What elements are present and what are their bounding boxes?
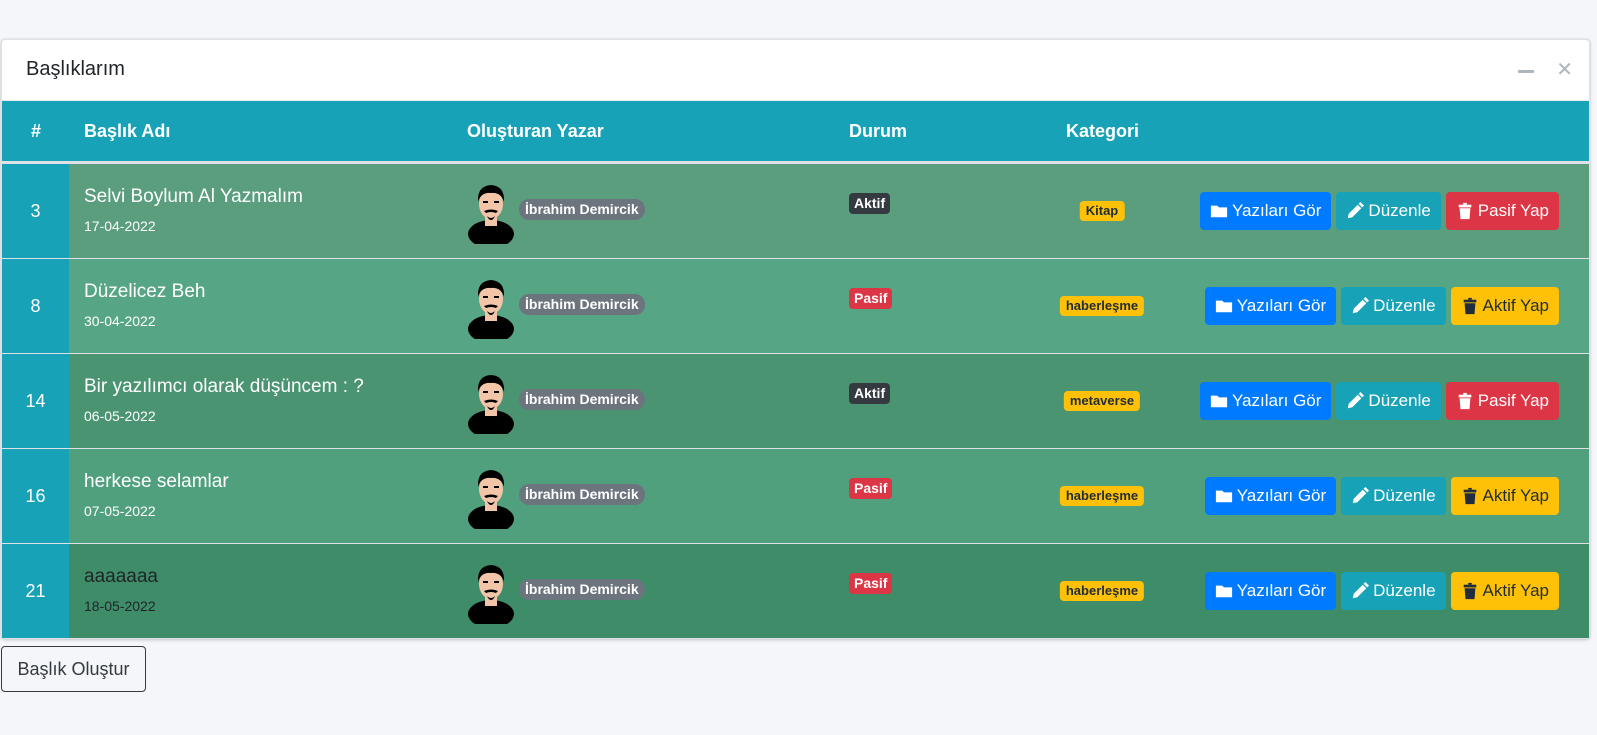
status-badge: Pasif [849, 478, 893, 499]
close-icon[interactable]: ✕ [1556, 60, 1573, 80]
row-actions: Yazıları Gör Düzenle Aktif Yap [1204, 287, 1559, 325]
column-header-category: Kategori [1066, 121, 1140, 141]
status-badge: Aktif [849, 383, 891, 404]
table-body: 3 Selvi Boylum Al Yazmalım 17-04-2022 İb… [2, 163, 1589, 638]
row-actions: Yazıları Gör Düzenle Pasif Yap [1199, 192, 1559, 230]
row-number: 21 [2, 544, 69, 638]
table-row: 3 Selvi Boylum Al Yazmalım 17-04-2022 İb… [2, 163, 1589, 258]
card-title: Başlıklarım [26, 58, 125, 80]
folder-icon [1215, 585, 1232, 598]
column-header-number: # [31, 121, 42, 141]
title-date: 07-05-2022 [84, 503, 156, 519]
title-name[interactable]: Bir yazılımcı olarak düşüncem : ? [84, 376, 364, 398]
create-title-button[interactable]: Başlık Oluştur [1, 646, 146, 692]
title-date: 18-05-2022 [84, 598, 156, 614]
row-actions: Yazıları Gör Düzenle Aktif Yap [1204, 477, 1559, 515]
title-date: 30-04-2022 [84, 313, 156, 329]
table-row: 16 herkese selamlar 07-05-2022 İbrahim D… [2, 448, 1589, 543]
category-badge: Kitap [1079, 201, 1125, 221]
author-badge: İbrahim Demircik [519, 294, 645, 315]
author-badge: İbrahim Demircik [519, 579, 645, 600]
folder-icon [1210, 395, 1228, 408]
title-date: 06-05-2022 [84, 408, 156, 424]
trash-icon [1458, 202, 1472, 220]
table-row: 21 aaaaaaa 18-05-2022 İbrahim Demircik P… [2, 543, 1589, 638]
edit-button[interactable]: Düzenle [1341, 287, 1446, 325]
pencil-icon [1352, 297, 1370, 314]
title-date: 17-04-2022 [84, 218, 156, 234]
category-badge: haberleşme [1059, 581, 1145, 601]
row-number: 8 [2, 259, 69, 353]
trash-icon [1463, 582, 1476, 600]
status-badge: Aktif [849, 193, 891, 214]
category-badge: haberleşme [1059, 296, 1145, 316]
pencil-icon [1348, 392, 1365, 409]
view-posts-button[interactable]: Yazıları Gör [1199, 382, 1332, 420]
title-name[interactable]: Düzelicez Beh [84, 281, 205, 303]
card-tools: ✕ [1518, 60, 1573, 80]
toggle-status-button[interactable]: Aktif Yap [1450, 477, 1559, 515]
author-badge: İbrahim Demircik [519, 199, 645, 220]
toggle-status-button[interactable]: Pasif Yap [1445, 192, 1559, 230]
status-badge: Pasif [849, 573, 893, 594]
folder-icon [1215, 490, 1232, 503]
row-number: 14 [2, 354, 69, 448]
edit-button[interactable]: Düzenle [1341, 477, 1446, 515]
column-header-status: Durum [849, 121, 907, 141]
author-avatar [468, 280, 514, 339]
row-actions: Yazıları Gör Düzenle Pasif Yap [1199, 382, 1559, 420]
view-posts-button[interactable]: Yazıları Gör [1199, 192, 1332, 230]
card-header: Başlıklarım ✕ [2, 40, 1589, 101]
view-posts-button[interactable]: Yazıları Gör [1204, 477, 1337, 515]
toggle-status-button[interactable]: Pasif Yap [1445, 382, 1559, 420]
title-name[interactable]: herkese selamlar [84, 471, 229, 493]
view-posts-button[interactable]: Yazıları Gör [1204, 287, 1337, 325]
category-badge: haberleşme [1059, 486, 1145, 506]
category-badge: metaverse [1063, 391, 1141, 411]
author-avatar [468, 375, 514, 434]
toggle-status-button[interactable]: Aktif Yap [1450, 572, 1559, 610]
trash-icon [1458, 392, 1472, 410]
table-header: # Başlık Adı Oluşturan Yazar Durum Kateg… [2, 101, 1589, 163]
folder-icon [1215, 300, 1232, 313]
author-avatar [468, 470, 514, 529]
row-number: 16 [2, 449, 69, 543]
folder-icon [1210, 205, 1228, 218]
edit-button[interactable]: Düzenle [1341, 572, 1446, 610]
row-number: 3 [2, 164, 69, 258]
pencil-icon [1352, 582, 1370, 599]
author-avatar [468, 565, 514, 624]
title-name[interactable]: aaaaaaa [84, 566, 158, 588]
toggle-status-button[interactable]: Aktif Yap [1450, 287, 1559, 325]
author-badge: İbrahim Demircik [519, 484, 645, 505]
column-header-title: Başlık Adı [84, 121, 171, 141]
author-badge: İbrahim Demircik [519, 389, 645, 410]
edit-button[interactable]: Düzenle [1336, 382, 1441, 420]
trash-icon [1463, 487, 1476, 505]
column-header-author: Oluşturan Yazar [467, 121, 604, 141]
row-actions: Yazıları Gör Düzenle Aktif Yap [1204, 572, 1559, 610]
table-row: 8 Düzelicez Beh 30-04-2022 İbrahim Demir… [2, 258, 1589, 353]
author-avatar [468, 185, 514, 244]
trash-icon [1463, 297, 1476, 315]
titles-card: Başlıklarım ✕ # Başlık Adı Oluşturan Yaz… [1, 39, 1590, 639]
pencil-icon [1352, 487, 1370, 504]
view-posts-button[interactable]: Yazıları Gör [1204, 572, 1337, 610]
title-name[interactable]: Selvi Boylum Al Yazmalım [84, 186, 303, 208]
minus-icon[interactable] [1518, 69, 1535, 73]
pencil-icon [1348, 202, 1365, 219]
status-badge: Pasif [849, 288, 893, 309]
table-row: 14 Bir yazılımcı olarak düşüncem : ? 06-… [2, 353, 1589, 448]
edit-button[interactable]: Düzenle [1336, 192, 1441, 230]
